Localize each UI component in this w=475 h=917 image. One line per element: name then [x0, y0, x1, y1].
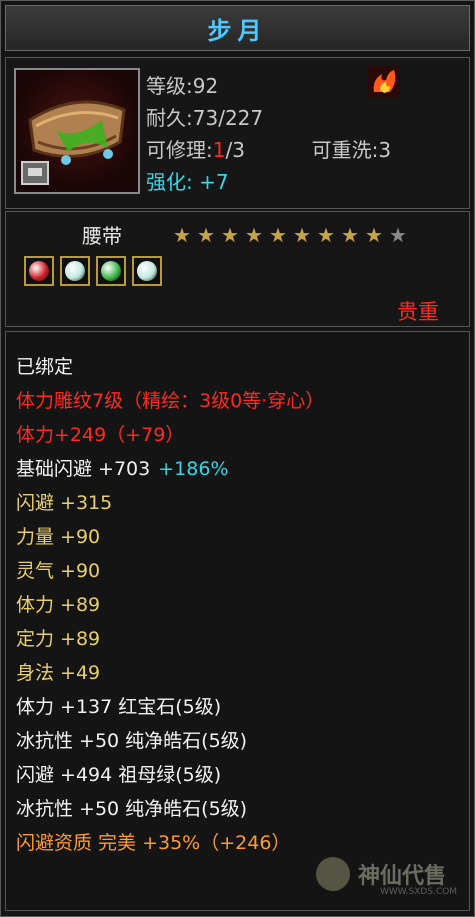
item-name: 步月 [207, 16, 268, 45]
item-type: 腰带 [82, 224, 122, 248]
star-filled-icon: ★ [269, 223, 287, 247]
attribute-line: 闪避 +315 [16, 486, 326, 520]
star-filled-icon: ★ [317, 223, 335, 247]
durability-label: 耐久: [146, 106, 193, 130]
attribute-line: 体力+249（+79） [16, 418, 326, 452]
attribute-line: 基础闪避 +703 +186% [16, 452, 326, 486]
star-filled-icon: ★ [245, 223, 263, 247]
attribute-line: 身法 +49 [16, 656, 326, 690]
level-value: 92 [192, 74, 219, 98]
star-filled-icon: ★ [293, 223, 311, 247]
attribute-line: 冰抗性 +50 纯净皓石(5级) [16, 792, 326, 826]
attribute-text: 身法 +49 [16, 662, 101, 684]
star-rating: ★ ★ ★ ★ ★ ★ ★ ★ ★ ★ [170, 224, 410, 246]
star-filled-icon: ★ [365, 223, 383, 247]
star-empty-icon: ★ [389, 223, 407, 247]
fire-buff-icon [368, 66, 400, 98]
attribute-text: 闪避 +315 [16, 492, 113, 514]
rewash-label: 可重洗: [311, 138, 379, 162]
attribute-text: 已绑定 [16, 356, 74, 378]
item-stats: 等级:92 耐久:73/227 可修理:1/3 可重洗:3 强化: +7 [146, 70, 391, 198]
attribute-line: 冰抗性 +50 纯净皓石(5级) [16, 724, 326, 758]
belt-icon [14, 68, 140, 194]
rarity-label: 贵重 [397, 300, 439, 324]
repair-current: 1 [212, 138, 226, 162]
attribute-text: 冰抗性 +50 纯净皓石(5级) [16, 730, 248, 752]
level-label: 等级: [146, 74, 193, 98]
attribute-line: 已绑定 [16, 350, 326, 384]
star-filled-icon: ★ [341, 223, 359, 247]
repair-label: 可修理: [146, 138, 213, 162]
attribute-text: +186% [158, 458, 229, 480]
attribute-text: 闪避 +494 祖母绿(5级) [16, 764, 222, 786]
item-header-panel: 等级:92 耐久:73/227 可修理:1/3 可重洗:3 强化: +7 [5, 57, 470, 209]
gem-slots [24, 256, 162, 286]
attribute-line: 体力 +137 红宝石(5级) [16, 690, 326, 724]
rewash-value: 3 [378, 138, 392, 162]
attribute-line: 闪避资质 完美 +35%（+246） [16, 826, 326, 860]
star-filled-icon: ★ [197, 223, 215, 247]
title-bar: 步月 [5, 5, 470, 51]
watermark-text: 神仙代售 [358, 864, 447, 889]
attribute-text: 灵气 +90 [16, 560, 101, 582]
pearl-gem-icon[interactable] [60, 256, 90, 286]
enhance-value: +7 [199, 170, 229, 194]
attribute-text: 闪避资质 完美 +35%（+246） [16, 832, 291, 854]
pearl-gem-icon[interactable] [132, 256, 162, 286]
durability-value: 73/227 [192, 106, 264, 130]
enhance-label: 强化: [146, 170, 193, 194]
attribute-text: 定力 +89 [16, 628, 101, 650]
star-filled-icon: ★ [221, 223, 239, 247]
attribute-list: 已绑定体力雕纹7级（精绘：3级0等·穿心） 体力+249（+79） 基础闪避 +70… [16, 350, 326, 860]
type-panel: 腰带 ★ ★ ★ ★ ★ ★ ★ ★ ★ ★ 贵重 [5, 211, 470, 327]
watermark-url: WWW.SXDS.COM [380, 887, 458, 897]
attribute-line: 体力雕纹7级（精绘：3级0等·穿心） [16, 384, 326, 418]
item-tooltip: 步月 等级:92 耐久:73/227 可修理:1/3 可重洗:3 强化: +7 … [0, 0, 475, 917]
attribute-panel: 已绑定体力雕纹7级（精绘：3级0等·穿心） 体力+249（+79） 基础闪避 +70… [5, 331, 470, 911]
attribute-text: 体力雕纹7级（精绘：3级0等·穿心） [16, 390, 325, 412]
attribute-text: 体力 +137 红宝石(5级) [16, 696, 222, 718]
watermark-logo: 神仙代售 WWW.SXDS.COM [316, 857, 457, 897]
attribute-line: 定力 +89 [16, 622, 326, 656]
attribute-text: 体力 +89 [16, 594, 101, 616]
emerald-gem-icon[interactable] [96, 256, 126, 286]
watermark-icon [316, 857, 350, 891]
attribute-text: 冰抗性 +50 纯净皓石(5级) [16, 798, 248, 820]
star-filled-icon: ★ [173, 223, 191, 247]
ruby-gem-icon[interactable] [24, 256, 54, 286]
attribute-text: 基础闪避 +703 [16, 458, 157, 480]
attribute-line: 力量 +90 [16, 520, 326, 554]
attribute-line: 体力 +89 [16, 588, 326, 622]
repair-total: /3 [225, 138, 245, 162]
attribute-line: 闪避 +494 祖母绿(5级) [16, 758, 326, 792]
attribute-text: 力量 +90 [16, 526, 101, 548]
attribute-text: 体力+249（+79） [16, 424, 185, 446]
attribute-line: 灵气 +90 [16, 554, 326, 588]
